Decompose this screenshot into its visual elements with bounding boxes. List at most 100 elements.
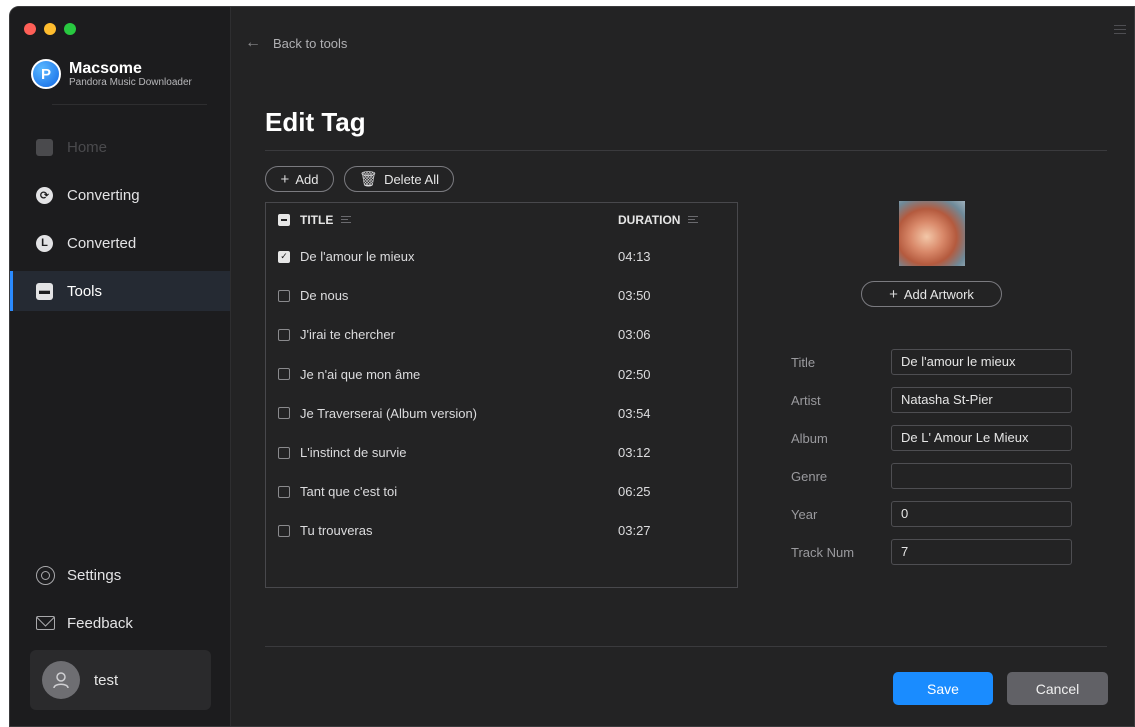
- sidebar-item-label: Feedback: [67, 614, 133, 632]
- table-row[interactable]: De nous 03:50: [266, 276, 737, 315]
- table-row[interactable]: Tant que c'est toi 06:25: [266, 472, 737, 511]
- delete-all-label: Delete All: [384, 171, 439, 187]
- row-checkbox[interactable]: [278, 328, 290, 341]
- add-artwork-button[interactable]: + Add Artwork: [861, 281, 1002, 307]
- track-title: J'irai te chercher: [300, 327, 395, 343]
- converting-icon: ⟳: [36, 186, 53, 204]
- back-arrow-icon: ←: [245, 34, 261, 51]
- table-row[interactable]: ✓ De l'amour le mieux 04:13: [266, 237, 737, 276]
- year-label: Year: [791, 507, 818, 522]
- title-input[interactable]: De l'amour le mieux: [891, 349, 1072, 375]
- sidebar-item-label: Converted: [67, 234, 137, 252]
- sidebar-item-label: Settings: [67, 566, 122, 584]
- sidebar-item-label: Converting: [67, 186, 140, 204]
- menu-icon[interactable]: [1114, 25, 1126, 37]
- settings-icon: [36, 565, 55, 585]
- app-logo-icon: P: [31, 59, 61, 89]
- title-label: Title: [791, 355, 816, 370]
- table-header: TITLE DURATION: [266, 203, 737, 237]
- trash-icon: 🗑: [359, 171, 379, 188]
- avatar: [42, 661, 80, 699]
- add-button[interactable]: + Add: [265, 166, 334, 192]
- zoom-window-button[interactable]: [64, 23, 76, 35]
- sort-icon[interactable]: [688, 215, 699, 225]
- sidebar-item-label: Tools: [67, 282, 103, 300]
- sidebar-item-settings[interactable]: Settings: [10, 555, 230, 595]
- genre-label: Genre: [791, 469, 828, 484]
- sidebar-item-converted[interactable]: L Converted: [10, 223, 230, 263]
- sidebar-divider: [52, 104, 207, 105]
- track-title: L'instinct de survie: [300, 445, 407, 461]
- track-title: De l'amour le mieux: [300, 249, 415, 265]
- row-checkbox[interactable]: [278, 368, 290, 381]
- home-icon: [36, 138, 53, 156]
- add-button-label: Add: [295, 171, 319, 187]
- page-title: Edit Tag: [265, 107, 366, 137]
- save-button[interactable]: Save: [893, 672, 993, 705]
- back-to-tools-link[interactable]: ← Back to tools: [245, 34, 347, 52]
- sort-icon[interactable]: [341, 215, 352, 225]
- row-checkbox[interactable]: [278, 289, 290, 302]
- artist-input[interactable]: Natasha St-Pier: [891, 387, 1072, 413]
- sidebar-bottom: Settings Feedback: [10, 555, 230, 651]
- select-all-checkbox[interactable]: [278, 214, 290, 226]
- sidebar-item-label: Home: [67, 138, 108, 156]
- sidebar-item-tools[interactable]: ▬ Tools: [10, 271, 230, 311]
- track-table: TITLE DURATION ✓ De l'amour le mieux 04:…: [265, 202, 738, 588]
- track-num-input[interactable]: 7: [891, 539, 1072, 565]
- track-title: Je n'ai que mon âme: [300, 366, 421, 382]
- track-duration: 06:25: [618, 484, 651, 500]
- album-input[interactable]: De L' Amour Le Mieux: [891, 425, 1072, 451]
- row-checkbox[interactable]: ✓: [278, 250, 290, 263]
- track-duration: 03:12: [618, 445, 651, 461]
- track-duration: 03:50: [618, 288, 651, 304]
- clock-icon: L: [36, 234, 53, 252]
- row-checkbox[interactable]: [278, 446, 290, 459]
- album-label: Album: [791, 431, 828, 446]
- add-artwork-label: Add Artwork: [903, 286, 974, 302]
- track-duration: 03:06: [618, 327, 651, 343]
- plus-icon: +: [889, 285, 898, 303]
- track-duration: 02:50: [618, 366, 651, 382]
- track-num-label: Track Num: [791, 545, 855, 560]
- app-name: Macsome: [69, 59, 142, 77]
- album-artwork: [899, 201, 965, 266]
- footer-divider: [265, 646, 1107, 647]
- track-duration: 03:54: [618, 405, 651, 421]
- table-row[interactable]: Je n'ai que mon âme 02:50: [266, 355, 737, 394]
- minimize-window-button[interactable]: [44, 23, 56, 35]
- track-title: Tu trouveras: [300, 523, 373, 539]
- user-card[interactable]: test: [30, 650, 211, 710]
- table-row[interactable]: Je Traverserai (Album version) 03:54: [266, 394, 737, 433]
- artist-label: Artist: [791, 393, 821, 408]
- main-content: ← Back to tools Edit Tag + Add 🗑 Delete …: [231, 7, 1134, 726]
- table-row[interactable]: Tu trouveras 03:27: [266, 511, 737, 550]
- cancel-button[interactable]: Cancel: [1007, 672, 1108, 705]
- title-divider: [265, 150, 1107, 151]
- plus-icon: +: [280, 170, 290, 188]
- track-title: Je Traverserai (Album version): [300, 405, 477, 421]
- duration-column-header[interactable]: DURATION: [618, 213, 680, 227]
- track-duration: 03:27: [618, 523, 651, 539]
- sidebar-item-home[interactable]: Home: [10, 127, 230, 167]
- back-label: Back to tools: [273, 35, 348, 51]
- year-input[interactable]: 0: [891, 501, 1072, 527]
- sidebar-nav: Home ⟳ Converting L Converted ▬ Tools: [10, 127, 230, 319]
- track-duration: 04:13: [618, 249, 651, 265]
- close-window-button[interactable]: [24, 23, 36, 35]
- row-checkbox[interactable]: [278, 485, 290, 498]
- sidebar-item-feedback[interactable]: Feedback: [10, 603, 230, 643]
- sidebar-item-converting[interactable]: ⟳ Converting: [10, 175, 230, 215]
- track-title: Tant que c'est toi: [300, 484, 398, 500]
- brand: P Macsome Pandora Music Downloader: [31, 59, 192, 89]
- app-subtitle: Pandora Music Downloader: [69, 76, 192, 88]
- track-title: De nous: [300, 288, 349, 304]
- table-row[interactable]: L'instinct de survie 03:12: [266, 433, 737, 472]
- window-controls: [24, 23, 76, 35]
- row-checkbox[interactable]: [278, 407, 290, 420]
- row-checkbox[interactable]: [278, 524, 290, 537]
- delete-all-button[interactable]: 🗑 Delete All: [344, 166, 454, 192]
- table-row[interactable]: J'irai te chercher 03:06: [266, 315, 737, 354]
- title-column-header[interactable]: TITLE: [300, 213, 333, 227]
- genre-input[interactable]: [891, 463, 1072, 489]
